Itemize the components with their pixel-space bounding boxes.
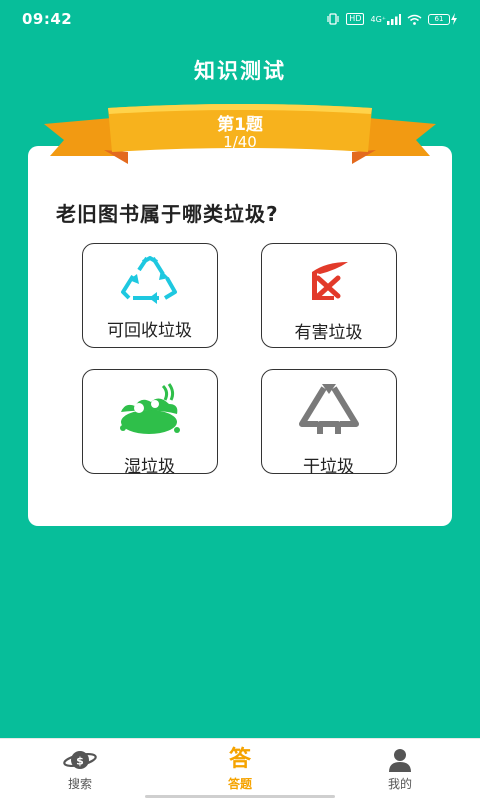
option-wet-waste[interactable]: 湿垃圾 <box>82 369 218 477</box>
option-label: 有害垃圾 <box>294 323 363 343</box>
option-label: 湿垃圾 <box>124 457 175 477</box>
question-ribbon: 第1题 1/40 <box>44 104 436 168</box>
nav-item-answer[interactable]: 答 答题 <box>160 739 320 800</box>
option-dry-waste[interactable]: 干垃圾 <box>261 369 397 477</box>
hazardous-icon <box>262 256 395 312</box>
answer-icon: 答 <box>160 747 320 773</box>
bottom-nav: $ 搜索 答 答题 我的 <box>0 738 480 800</box>
question-number: 第1题 <box>217 115 263 135</box>
question-progress: 1/40 <box>223 133 257 151</box>
option-recyclable[interactable]: 可回收垃圾 <box>82 243 218 348</box>
battery-level: 61 <box>428 13 450 25</box>
recycle-icon <box>83 256 216 312</box>
status-time: 09:42 <box>22 10 73 28</box>
status-icons: HD 4G⁺ 61 <box>326 13 458 25</box>
vibrate-icon <box>326 13 340 25</box>
wet-waste-icon <box>83 382 216 438</box>
option-hazardous[interactable]: 有害垃圾 <box>261 243 397 348</box>
page-title: 知识测试 <box>194 59 286 83</box>
nav-label: 搜索 <box>67 777 92 791</box>
svg-text:$: $ <box>76 755 84 768</box>
wifi-icon <box>407 14 422 25</box>
option-label: 干垃圾 <box>303 457 354 477</box>
nav-label: 答题 <box>227 777 252 791</box>
user-icon <box>320 747 480 773</box>
network-type: 4G⁺ <box>370 14 386 24</box>
home-indicator <box>145 795 335 798</box>
hd-badge: HD <box>346 13 365 25</box>
question-text: 老旧图书属于哪类垃圾? <box>56 202 279 226</box>
nav-item-search[interactable]: $ 搜索 <box>0 739 160 800</box>
answer-icon-glyph: 答 <box>228 747 251 772</box>
planet-search-icon: $ <box>0 747 160 773</box>
signal-icon: 4G⁺ <box>370 13 401 25</box>
status-bar: 09:42 HD 4G⁺ 61 <box>0 0 480 38</box>
battery-icon: 61 <box>428 13 458 25</box>
nav-label: 我的 <box>387 777 412 791</box>
dry-waste-icon <box>262 382 395 438</box>
option-label: 可回收垃圾 <box>107 321 192 341</box>
nav-item-profile[interactable]: 我的 <box>320 739 480 800</box>
